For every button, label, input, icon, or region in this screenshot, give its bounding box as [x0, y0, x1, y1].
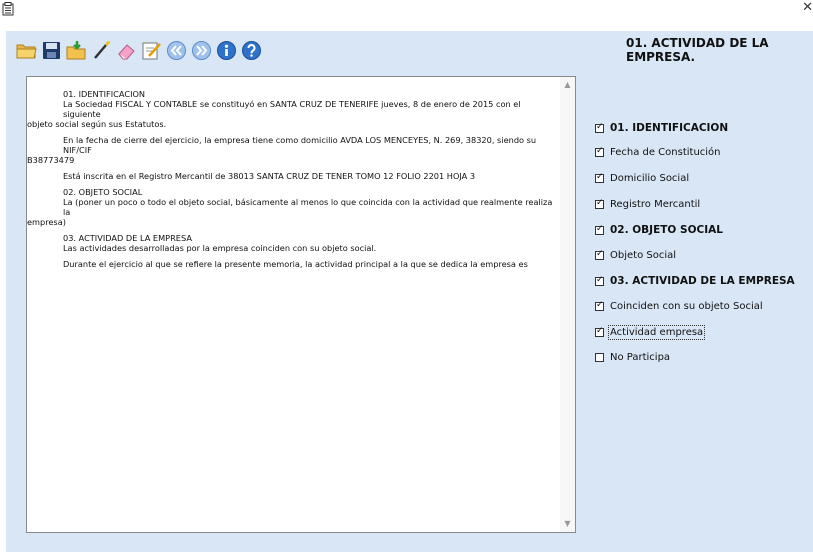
checkbox-label: Fecha de Constitución: [610, 147, 721, 158]
checkbox-fecha-constitucion[interactable]: Fecha de Constitución: [595, 146, 721, 158]
toolbar: [16, 37, 262, 63]
checkbox[interactable]: [595, 172, 604, 183]
paragraph-text: objeto social según sus Estatutos.: [27, 119, 167, 129]
checkbox-label: 02. OBJETO SOCIAL: [610, 224, 723, 236]
section-title: 01. ACTIVIDAD DE LA EMPRESA.: [626, 36, 769, 64]
title-bar: ✕: [0, 0, 813, 30]
checkbox-label: Objeto Social: [610, 250, 677, 261]
checkbox-objeto-social[interactable]: Objeto Social: [595, 249, 677, 261]
checkbox-label: No Participa: [610, 352, 671, 363]
checkbox-coinciden[interactable]: Coinciden con su objeto Social: [595, 300, 763, 312]
paragraph-text: En la fecha de cierre del ejercicio, la …: [63, 135, 537, 155]
checkbox-identificacion[interactable]: 01. IDENTIFICACION: [595, 122, 728, 134]
import-icon[interactable]: [66, 40, 87, 61]
memoria-text-editor[interactable]: 01. IDENTIFICACION La Sociedad FISCAL Y …: [26, 76, 576, 533]
scroll-up-icon[interactable]: ▲: [563, 81, 572, 89]
paragraph-title: 01. IDENTIFICACION: [63, 89, 146, 99]
checkbox-actividad-section[interactable]: 03. ACTIVIDAD DE LA EMPRESA: [595, 275, 795, 287]
checkbox[interactable]: [595, 275, 604, 286]
checkbox-label: Actividad empresa: [607, 325, 706, 340]
help-icon[interactable]: [241, 40, 262, 61]
checkbox-domicilio-social[interactable]: Domicilio Social: [595, 172, 690, 184]
checkbox-label: 03. ACTIVIDAD DE LA EMPRESA: [610, 275, 795, 287]
wand-icon[interactable]: [91, 40, 112, 61]
paragraph-text: B38773479: [27, 155, 75, 165]
checkbox[interactable]: [595, 353, 604, 362]
save-icon[interactable]: [41, 40, 62, 61]
scroll-down-icon[interactable]: ▼: [563, 520, 572, 528]
vertical-scrollbar[interactable]: ▲ ▼: [560, 77, 575, 532]
checkbox-no-participa[interactable]: No Participa: [595, 352, 670, 363]
checkbox-label: 01. IDENTIFICACION: [610, 122, 729, 134]
checkbox[interactable]: [595, 146, 604, 157]
eraser-icon[interactable]: [116, 40, 137, 61]
checkbox[interactable]: [595, 224, 604, 235]
open-folder-icon[interactable]: [16, 40, 37, 61]
checkbox-actividad-empresa[interactable]: Actividad empresa: [595, 325, 706, 340]
info-icon[interactable]: [216, 40, 237, 61]
edit-icon[interactable]: [141, 40, 162, 61]
checkbox[interactable]: [595, 326, 604, 337]
paragraph-title: 03. ACTIVIDAD DE LA EMPRESA: [63, 233, 192, 243]
paragraph-text: La (poner un poco o todo el objeto socia…: [63, 197, 553, 217]
checkbox-label: Coinciden con su objeto Social: [610, 301, 763, 312]
checkbox[interactable]: [595, 300, 604, 311]
checkbox[interactable]: [595, 198, 604, 209]
checkbox-registro-mercantil[interactable]: Registro Mercantil: [595, 198, 701, 210]
paragraph-text: Está inscrita en el Registro Mercantil d…: [63, 171, 476, 181]
document-text: 01. IDENTIFICACION La Sociedad FISCAL Y …: [27, 89, 559, 275]
checkbox[interactable]: [595, 249, 604, 260]
previous-icon[interactable]: [166, 40, 187, 61]
app-icon: [2, 2, 14, 16]
next-icon[interactable]: [191, 40, 212, 61]
close-icon[interactable]: ✕: [802, 0, 813, 17]
checkbox[interactable]: [595, 122, 604, 133]
paragraph-text: Durante el ejercicio al que se refiere l…: [63, 259, 528, 269]
checkbox-objeto-social-section[interactable]: 02. OBJETO SOCIAL: [595, 224, 723, 236]
paragraph-title: 02. OBJETO SOCIAL: [63, 187, 143, 197]
checkbox-label: Registro Mercantil: [610, 199, 701, 210]
checkbox-label: Domicilio Social: [610, 173, 690, 184]
main-client-area: 01. ACTIVIDAD DE LA EMPRESA. 01. IDENTIF…: [6, 31, 813, 552]
paragraph-text: Las actividades desarrolladas por la emp…: [63, 243, 377, 253]
paragraph-text: La Sociedad FISCAL Y CONTABLE se constit…: [63, 99, 521, 119]
paragraph-text: empresa): [27, 217, 66, 227]
